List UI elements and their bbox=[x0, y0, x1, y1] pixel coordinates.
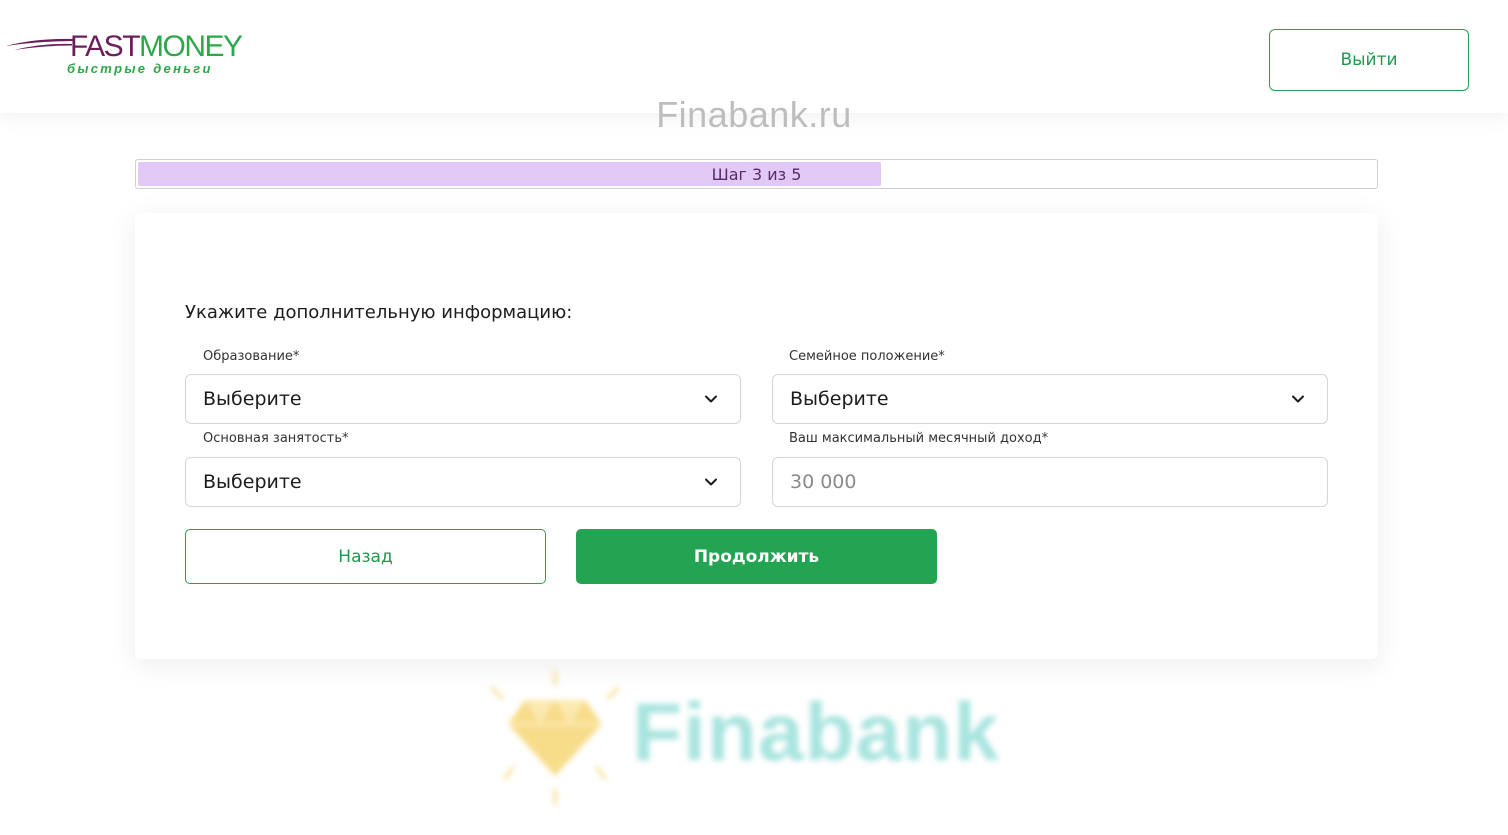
form-card: Укажите дополнительную информацию: Образ… bbox=[135, 213, 1378, 659]
marital-status-label: Семейное положение* bbox=[789, 349, 945, 364]
logo-word-money: MONEY bbox=[139, 30, 243, 63]
chevron-down-icon bbox=[705, 395, 717, 403]
education-label: Образование* bbox=[203, 349, 300, 364]
education-select-value: Выберите bbox=[203, 388, 302, 410]
employment-select-value: Выберите bbox=[203, 471, 302, 493]
monthly-income-placeholder: 30 000 bbox=[790, 471, 857, 493]
fastmoney-logo[interactable]: FASTMONEY быстрые деньги bbox=[6, 30, 266, 80]
logo-swoosh-icon bbox=[6, 38, 74, 50]
marital-status-select-value: Выберите bbox=[790, 388, 889, 410]
watermark-logo-word: Finabank bbox=[632, 687, 1000, 778]
employment-select[interactable]: Выберите bbox=[185, 457, 741, 507]
back-button[interactable]: Назад bbox=[185, 529, 546, 584]
monthly-income-label: Ваш максимальный месячный доход* bbox=[789, 431, 1049, 446]
marital-status-select[interactable]: Выберите bbox=[772, 374, 1328, 424]
logo-tagline: быстрые деньги bbox=[67, 61, 213, 76]
diamond-icon bbox=[490, 670, 620, 806]
watermark-text: Finabank.ru bbox=[656, 94, 852, 135]
progress-label: Шаг 3 из 5 bbox=[711, 164, 802, 184]
form-title: Укажите дополнительную информацию: bbox=[185, 302, 573, 323]
education-select[interactable]: Выберите bbox=[185, 374, 741, 424]
employment-label: Основная занятость* bbox=[203, 431, 349, 446]
monthly-income-input[interactable]: 30 000 bbox=[772, 457, 1328, 507]
chevron-down-icon bbox=[705, 478, 717, 486]
continue-button[interactable]: Продолжить bbox=[576, 529, 937, 584]
step-progress-bar: Шаг 3 из 5 bbox=[135, 159, 1378, 189]
logo-word-fast: FAST bbox=[70, 30, 141, 63]
logout-button[interactable]: Выйти bbox=[1269, 29, 1469, 91]
chevron-down-icon bbox=[1292, 395, 1304, 403]
logo-wordmark: FASTMONEY bbox=[70, 30, 243, 63]
watermark-logo: Finabank bbox=[480, 668, 1040, 818]
